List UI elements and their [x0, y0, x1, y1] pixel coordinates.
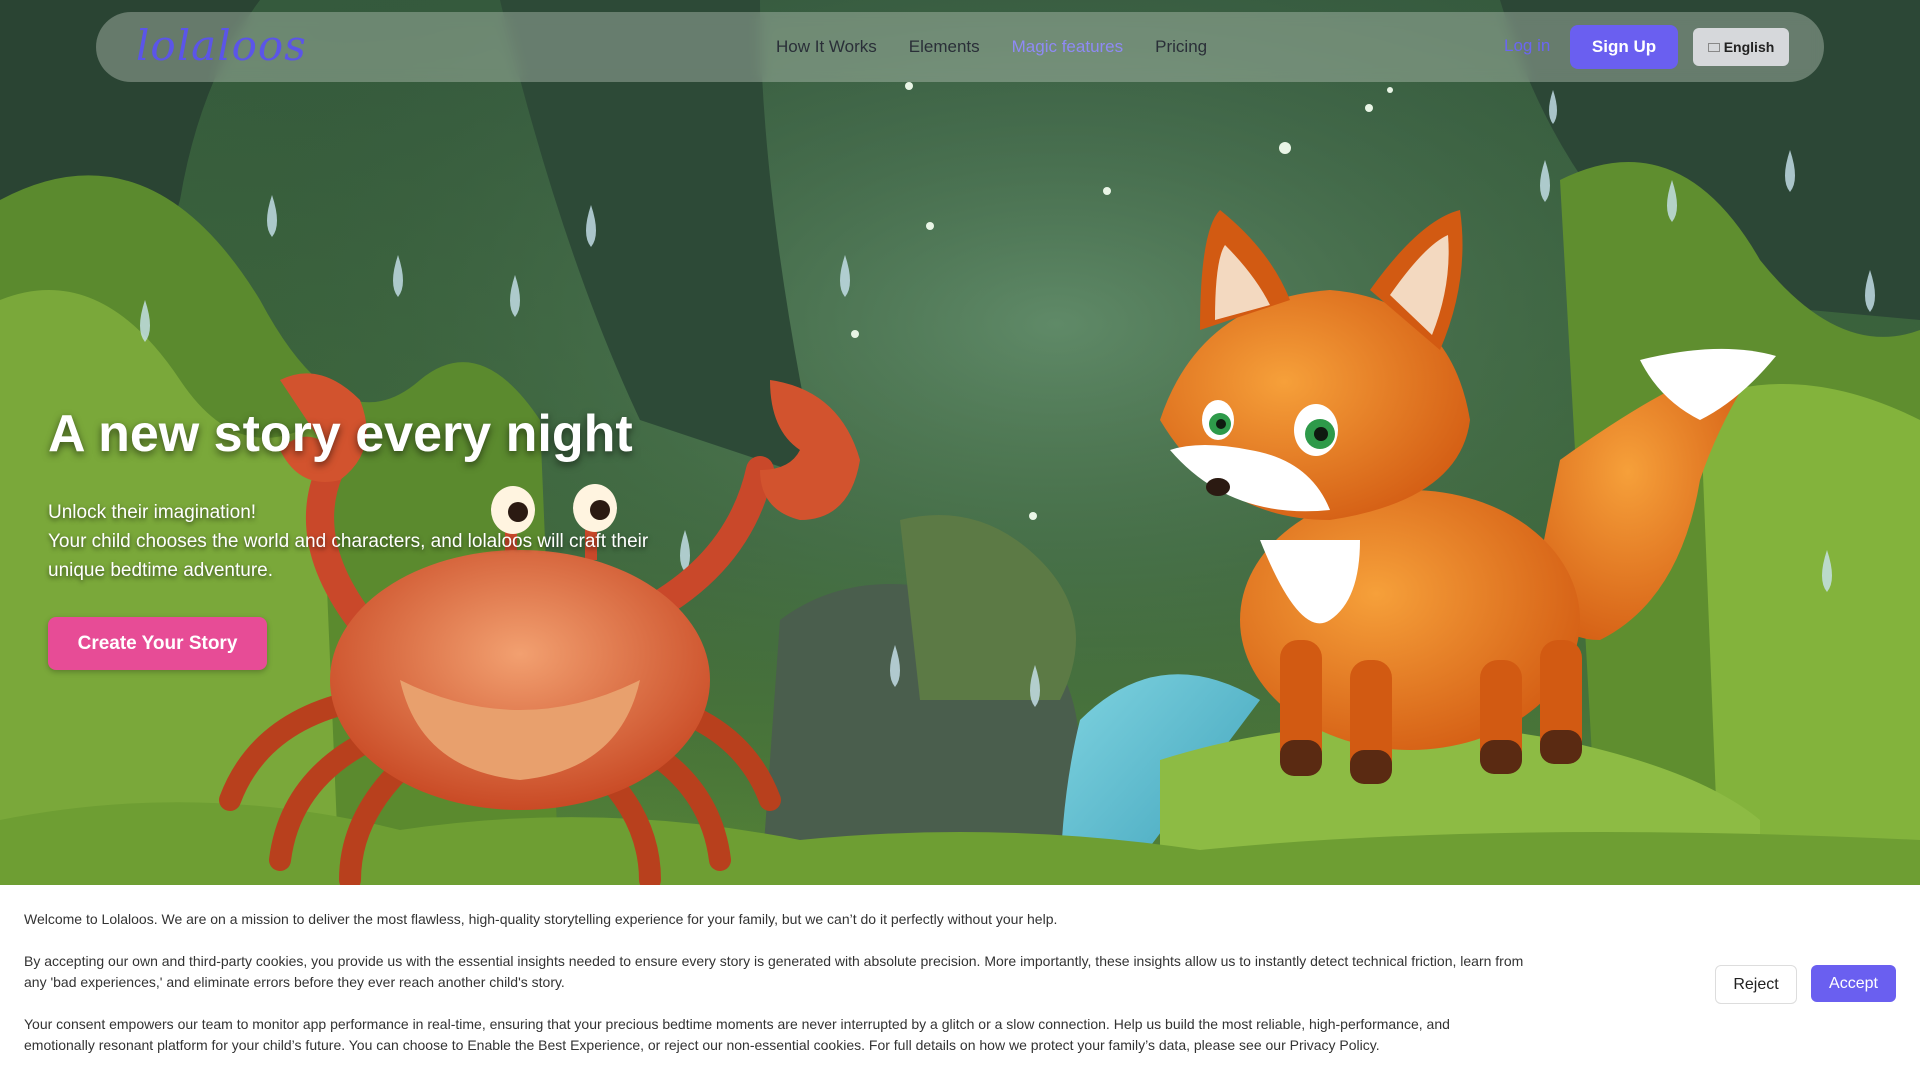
cookie-banner: Welcome to Lolaloos. We are on a mission… [0, 885, 1920, 1080]
login-link[interactable]: Log in [1504, 36, 1550, 56]
nav-links: How It Works Elements Magic features Pri… [776, 12, 1207, 82]
cookie-text-consent: Your consent empowers our team to monito… [24, 1016, 1450, 1053]
language-selector[interactable]: English [1693, 28, 1789, 66]
top-navbar: lolaloos How It Works Elements Magic fea… [96, 12, 1824, 82]
cookie-text-intro: Welcome to Lolaloos. We are on a mission… [24, 911, 1058, 927]
accept-cookies-button[interactable]: Accept [1811, 965, 1896, 1002]
flag-icon [1707, 42, 1720, 52]
signup-button[interactable]: Sign Up [1570, 25, 1678, 69]
nav-link-how-it-works[interactable]: How It Works [776, 37, 877, 57]
hero-title: A new story every night [48, 405, 633, 463]
nav-link-pricing[interactable]: Pricing [1155, 37, 1207, 57]
hero-subtitle-line-2: Your child chooses the world and charact… [48, 531, 649, 581]
nav-link-magic-features[interactable]: Magic features [1012, 37, 1124, 57]
cookie-text-insights: By accepting our own and third-party coo… [24, 953, 1524, 990]
create-story-button[interactable]: Create Your Story [48, 617, 267, 670]
hero-subtitle: Unlock their imagination! Your child cho… [48, 498, 688, 585]
nav-link-elements[interactable]: Elements [909, 37, 980, 57]
lolaloos-logo[interactable]: lolaloos [136, 24, 307, 68]
hero-subtitle-line-1: Unlock their imagination! [48, 502, 257, 523]
reject-cookies-button[interactable]: Reject [1715, 965, 1797, 1004]
language-label: English [1723, 39, 1775, 55]
